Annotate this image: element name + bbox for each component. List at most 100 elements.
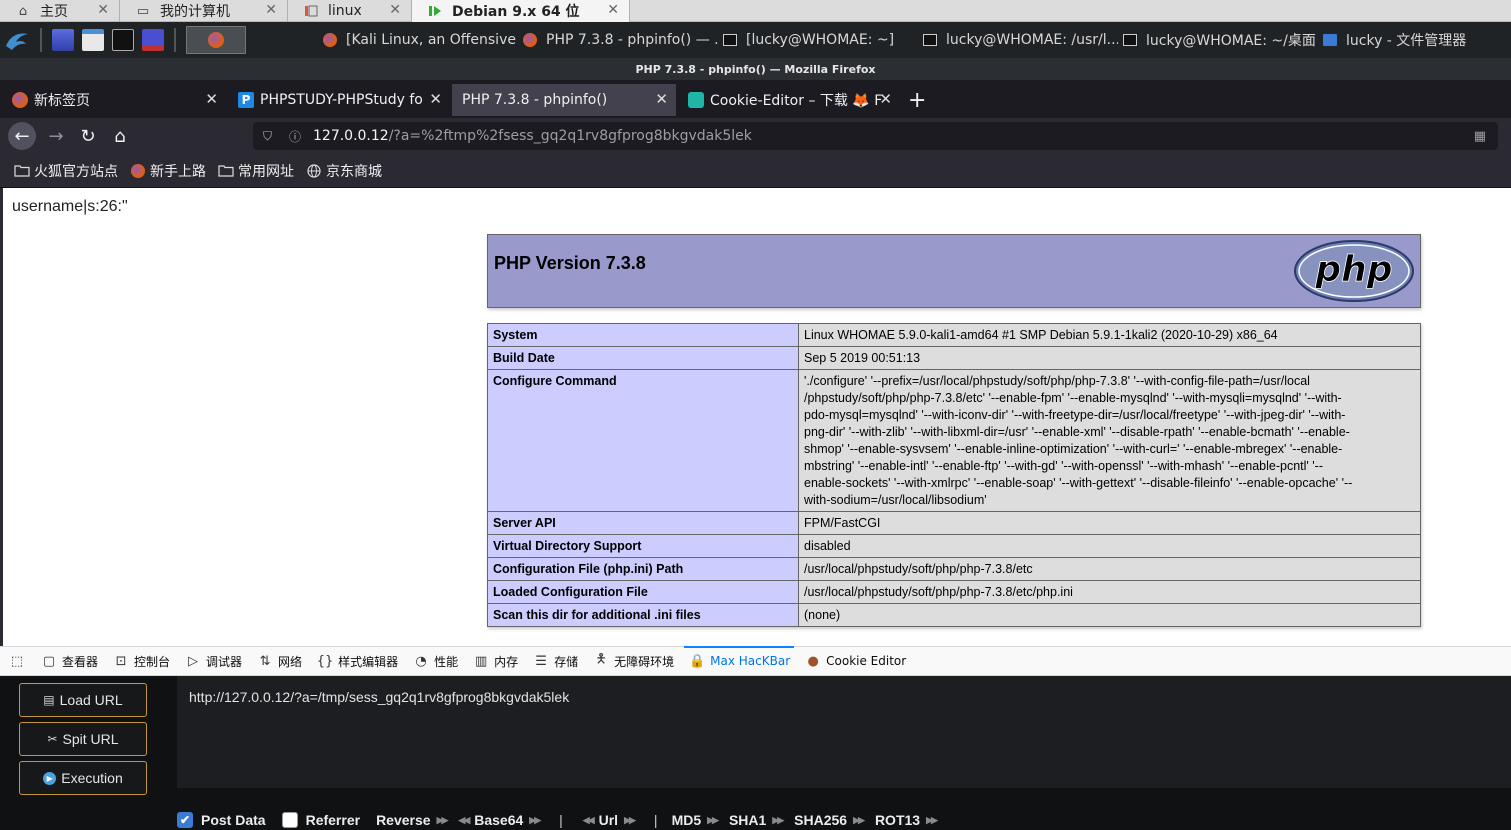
- url-encode-button[interactable]: Url: [599, 812, 618, 828]
- dropdown-arrow-icon[interactable]: ▶▶: [926, 815, 938, 826]
- reload-button[interactable]: ↻: [74, 122, 102, 150]
- vm-tab-debian[interactable]: Debian 9.x 64 位 ✕: [412, 0, 630, 22]
- url-host: 127.0.0.12: [313, 128, 389, 144]
- dropdown-arrow-icon[interactable]: ▶▶: [437, 815, 449, 826]
- taskbar-item[interactable]: lucky - 文件管理器: [1322, 26, 1508, 54]
- taskbar-item[interactable]: PHP 7.3.8 - phpinfo() — ...: [522, 26, 720, 54]
- close-icon[interactable]: ✕: [607, 2, 619, 18]
- devtools-tab-performance[interactable]: ◔ 性能: [412, 646, 458, 676]
- devtools-tab-cookie-editor[interactable]: ● Cookie Editor: [804, 646, 906, 676]
- dropdown-arrow-icon[interactable]: ▶▶: [853, 815, 865, 826]
- cookie-editor-icon: [688, 92, 704, 108]
- devtools-tab-accessibility[interactable]: 🯅 无障碍环境: [592, 646, 674, 676]
- memory-icon: ▥: [474, 653, 488, 669]
- dropdown-arrow-icon[interactable]: ▶▶: [707, 815, 719, 826]
- table-row: Scan this dir for additional .ini files …: [487, 603, 1421, 627]
- cookie-icon: ●: [807, 653, 819, 669]
- devtools-tab-storage[interactable]: ☰ 存储: [532, 646, 578, 676]
- split-url-button[interactable]: ✂ Spit URL: [19, 722, 147, 756]
- close-tab-icon[interactable]: ✕: [655, 90, 668, 108]
- dropdown-arrow-icon[interactable]: ▶▶: [624, 815, 636, 826]
- firefox-icon: [130, 163, 146, 178]
- sha256-button[interactable]: SHA256: [794, 812, 847, 828]
- post-data-checkbox[interactable]: ✔ Post Data: [177, 812, 266, 828]
- devtools-tab-console[interactable]: ⊡ 控制台: [112, 646, 170, 676]
- folder-icon: [1322, 32, 1338, 48]
- terminal-launcher[interactable]: [112, 26, 136, 54]
- dropdown-arrow-icon[interactable]: ◀◀: [458, 815, 470, 826]
- devtools-tab-network[interactable]: ⇅ 网络: [256, 646, 302, 676]
- file-manager-launcher[interactable]: [82, 26, 106, 54]
- rot13-button[interactable]: ROT13: [875, 812, 920, 828]
- devtools-tab-debugger[interactable]: ▷ 调试器: [184, 646, 242, 676]
- vm-tab-linux[interactable]: linux ✕: [288, 0, 412, 22]
- shield-icon[interactable]: ⛉: [263, 129, 279, 144]
- forward-button[interactable]: →: [42, 122, 70, 150]
- devtools-tab-label: 内存: [494, 654, 519, 669]
- taskbar-item[interactable]: lucky@WHOMAE: ~/桌面: [1122, 26, 1318, 54]
- dropdown-arrow-icon[interactable]: ▶▶: [772, 815, 784, 826]
- bookmark-item[interactable]: 火狐官方站点: [14, 161, 118, 181]
- load-url-button[interactable]: ▤ Load URL: [19, 683, 147, 717]
- hackbar-url-input[interactable]: http://127.0.0.12/?a=/tmp/sess_gq2q1rv8g…: [177, 676, 1511, 788]
- devtools-tab-style-editor[interactable]: {} 样式编辑器: [316, 646, 398, 676]
- bookmark-label: 常用网址: [238, 163, 294, 180]
- close-tab-icon[interactable]: ✕: [879, 90, 892, 108]
- row-value: FPM/FastCGI: [798, 511, 1421, 535]
- row-value: Linux WHOMAE 5.9.0-kali1-amd64 #1 SMP De…: [798, 323, 1421, 347]
- url-bar[interactable]: ⛉ ⓘ 127.0.0.12/?a=%2ftmp%2fsess_gq2q1rv8…: [253, 122, 1498, 150]
- phpstudy-icon: P: [238, 92, 254, 108]
- vm-tab-my-computer[interactable]: ▭ 我的计算机 ✕: [120, 0, 288, 22]
- close-icon[interactable]: ✕: [265, 2, 277, 18]
- execute-button[interactable]: ▶ Execution: [19, 761, 147, 795]
- md5-button[interactable]: MD5: [672, 812, 702, 828]
- monitor-icon: [142, 29, 164, 51]
- bookmark-item[interactable]: 常用网址: [218, 161, 294, 181]
- close-tab-icon[interactable]: ✕: [429, 90, 442, 108]
- reverse-button[interactable]: Reverse: [376, 812, 431, 828]
- row-key: Scan this dir for additional .ini files: [487, 603, 799, 627]
- php-logo[interactable]: php: [1293, 239, 1415, 303]
- devtools-tab-hackbar[interactable]: 🔒 Max HacKBar: [684, 646, 795, 676]
- vm-tab-home[interactable]: ⌂ 主页 ✕: [0, 0, 120, 22]
- home-icon: ⌂: [18, 3, 28, 19]
- dropdown-arrow-icon[interactable]: ◀◀: [583, 815, 595, 826]
- devtools-tab-memory[interactable]: ▥ 内存: [472, 646, 518, 676]
- home-button[interactable]: ⌂: [106, 122, 134, 150]
- taskbar-item[interactable]: [Kali Linux, an Offensive ...: [322, 26, 520, 54]
- kali-menu-button[interactable]: [4, 26, 32, 54]
- base64-button[interactable]: Base64: [474, 812, 523, 828]
- new-tab-button[interactable]: +: [904, 84, 934, 116]
- row-key: Server API: [487, 511, 799, 535]
- option-label: Referrer: [305, 812, 361, 828]
- page-content: username|s:26:" PHP Version 7.3.8 php Sy…: [0, 188, 1511, 646]
- show-desktop-button[interactable]: [52, 26, 76, 54]
- disk-icon: ▤: [43, 693, 55, 707]
- close-icon[interactable]: ✕: [389, 2, 401, 18]
- tab-label: 新标签页: [34, 93, 90, 109]
- taskbar-item[interactable]: lucky@WHOMAE: /usr/l...: [922, 26, 1118, 54]
- back-button[interactable]: ←: [8, 122, 36, 150]
- taskbar-item[interactable]: [lucky@WHOMAE: ~]: [722, 26, 918, 54]
- info-icon[interactable]: ⓘ: [289, 128, 305, 145]
- screen-launcher[interactable]: [142, 26, 166, 54]
- element-picker-button[interactable]: ⬚: [8, 646, 30, 676]
- firefox-launcher[interactable]: [186, 26, 246, 54]
- browser-tab-phpinfo[interactable]: PHP 7.3.8 - phpinfo() ✕: [452, 84, 676, 116]
- devtools-tab-inspector[interactable]: ▢ 查看器: [40, 646, 98, 676]
- firefox-icon: [208, 32, 224, 48]
- close-icon[interactable]: ✕: [97, 2, 109, 18]
- bookmark-item[interactable]: 新手上路: [130, 161, 206, 181]
- sha1-button[interactable]: SHA1: [729, 812, 766, 828]
- browser-tab-new-tab[interactable]: 新标签页 ✕: [2, 84, 226, 116]
- dropdown-arrow-icon[interactable]: ▶▶: [529, 815, 541, 826]
- browser-tab-phpstudy[interactable]: P PHPSTUDY-PHPStudy fo ✕: [228, 84, 450, 116]
- taskbar-item-label: PHP 7.3.8 - phpinfo() — ...: [546, 32, 720, 48]
- browser-tab-cookie-editor[interactable]: Cookie-Editor – 下载 🦊 F ✕: [678, 84, 900, 116]
- close-tab-icon[interactable]: ✕: [205, 90, 218, 108]
- reload-icon: ↻: [80, 125, 96, 147]
- qr-code-icon[interactable]: ▦: [1474, 129, 1486, 144]
- referrer-checkbox[interactable]: Referrer: [281, 812, 361, 828]
- network-icon: ⇅: [259, 653, 271, 669]
- bookmark-item[interactable]: 京东商城: [306, 161, 382, 181]
